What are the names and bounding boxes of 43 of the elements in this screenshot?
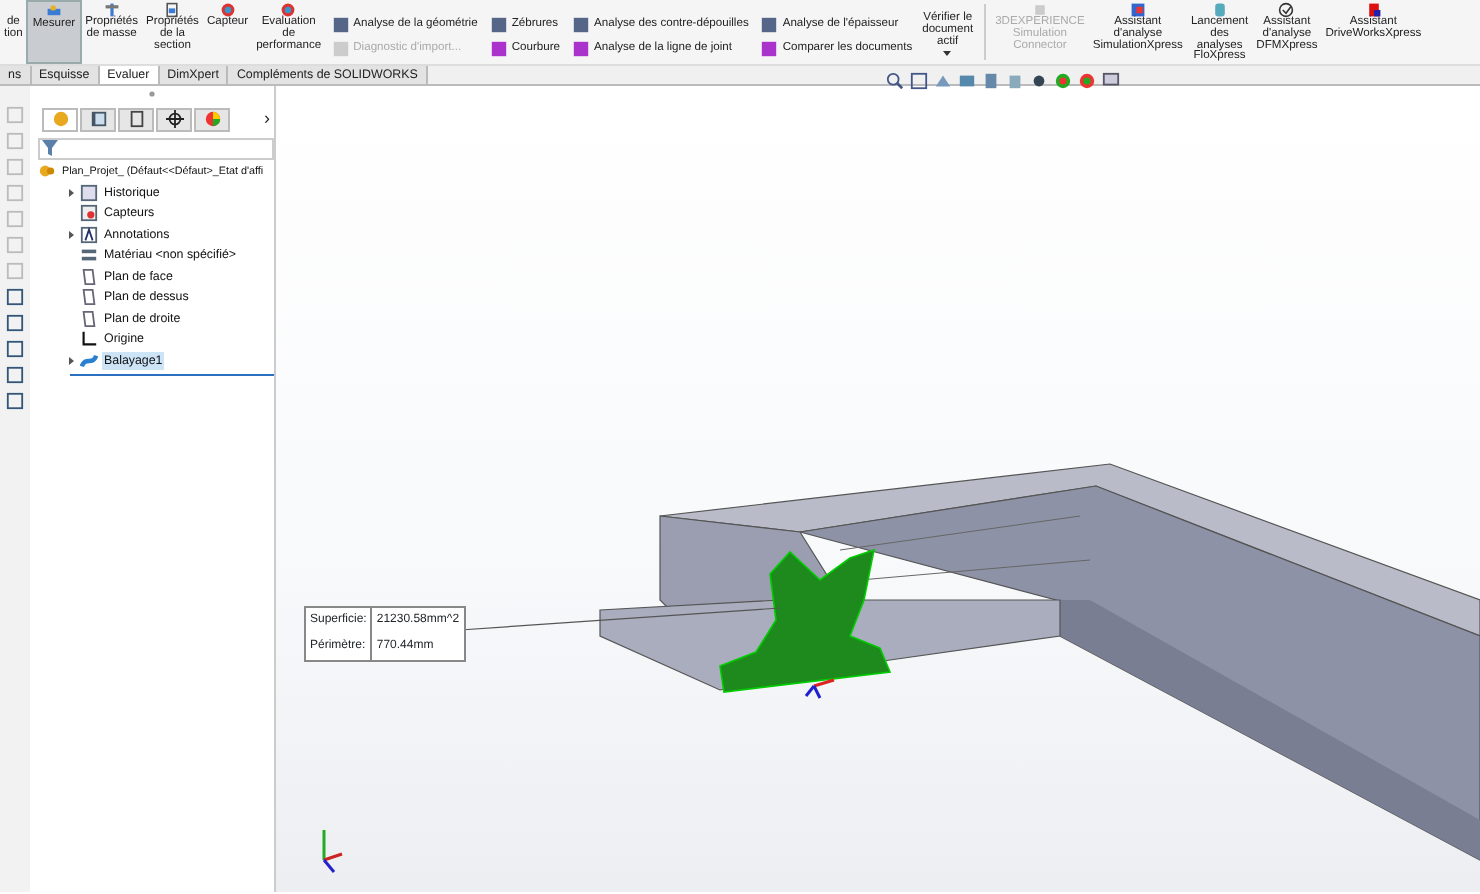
zoom-area-icon[interactable]: [910, 72, 928, 90]
expand-arrow-icon[interactable]: [66, 187, 76, 198]
hide-show-icon[interactable]: [1030, 72, 1048, 90]
origin-icon: [80, 330, 98, 349]
view-orientation-icon[interactable]: [982, 72, 1000, 90]
simulation-icon: [1129, 2, 1146, 18]
grip-icon[interactable]: [148, 90, 156, 99]
section-icon: [164, 2, 181, 18]
caret-icon: [942, 48, 953, 59]
history-icon: [80, 183, 98, 202]
more-tabs-button[interactable]: ›: [264, 106, 270, 133]
feature-icon: [80, 351, 98, 370]
appearance-icon[interactable]: [1054, 72, 1072, 90]
check-icon: [1278, 2, 1295, 18]
properties-icon: [89, 110, 107, 129]
drive-icon: [1365, 2, 1382, 18]
features-icon: [51, 110, 69, 129]
annotations-icon: [80, 225, 98, 244]
expand-arrow-icon[interactable]: [66, 355, 76, 366]
part-icon: [38, 162, 56, 181]
ruler-icon: [45, 4, 62, 20]
monitor-icon[interactable]: [1102, 72, 1120, 90]
panel-tab[interactable]: [80, 107, 116, 132]
config-icon: [127, 110, 145, 129]
filter-icon[interactable]: [42, 140, 58, 156]
zoom-icon[interactable]: [886, 72, 904, 90]
section-view-icon[interactable]: [958, 72, 976, 90]
scale-icon: [103, 2, 120, 18]
display-icon: [203, 110, 221, 129]
crosshair-icon: [165, 110, 183, 129]
cube-icon: [1031, 2, 1048, 18]
origin-triad-icon: [804, 678, 835, 699]
gauge-icon: [280, 2, 297, 18]
expand-arrow-icon[interactable]: [66, 229, 76, 240]
axis-triad-icon: [322, 830, 343, 873]
flow-icon: [1211, 2, 1228, 18]
material-icon: [80, 246, 98, 265]
view-icon[interactable]: [934, 72, 952, 90]
panel-tab[interactable]: [118, 107, 154, 132]
gauge-icon: [219, 2, 236, 18]
sensors-icon: [80, 204, 98, 223]
scene-icon[interactable]: [1078, 72, 1096, 90]
panel-tab[interactable]: [156, 107, 192, 132]
